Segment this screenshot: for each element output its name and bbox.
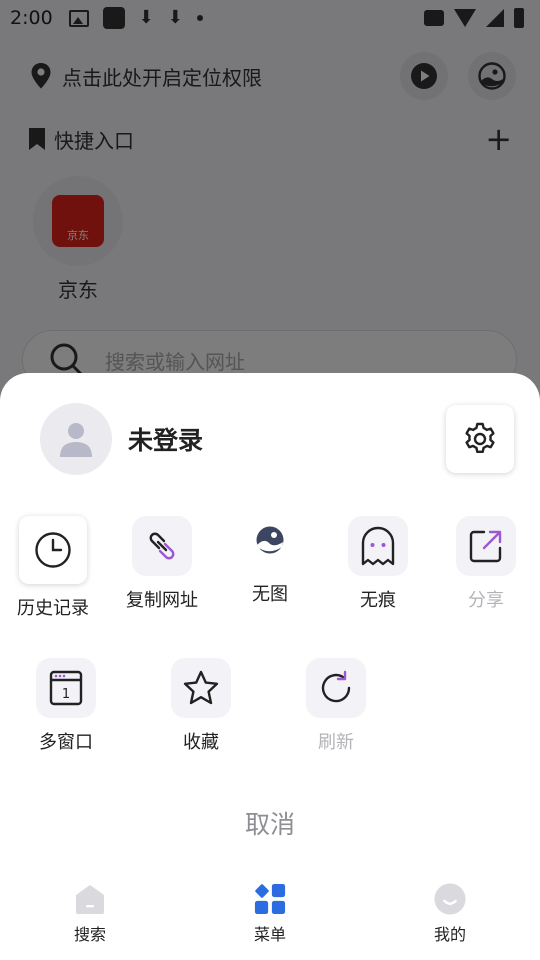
- history-button-frame: [19, 516, 87, 584]
- ghost-icon: [361, 526, 395, 566]
- menu-label: 刷新: [318, 732, 354, 753]
- gear-icon: [465, 422, 495, 453]
- avatar[interactable]: [40, 403, 112, 475]
- profile-face-icon: [434, 883, 466, 915]
- link-icon: [149, 532, 175, 560]
- menu-label: 无图: [252, 584, 288, 605]
- no-image-button-frame: [240, 510, 300, 570]
- menu-label: 无痕: [360, 590, 396, 611]
- no-image-icon: [256, 526, 284, 554]
- multi-window-button-frame: 1: [36, 658, 96, 718]
- bottom-tab-bar: 搜索 菜单 我的: [0, 883, 540, 960]
- tab-label: 我的: [433, 925, 466, 944]
- tab-label: 搜索: [73, 925, 106, 944]
- refresh-icon: [321, 670, 351, 703]
- copy-url-button-frame: [132, 516, 192, 576]
- refresh-button-frame: [306, 658, 366, 718]
- menu-favorite[interactable]: 收藏: [146, 658, 256, 754]
- cancel-button[interactable]: 取消: [0, 805, 540, 841]
- window-count-badge: 1: [62, 687, 70, 702]
- clock-icon: [35, 532, 71, 568]
- user-login-status[interactable]: 未登录: [128, 421, 203, 457]
- tab-label: 菜单: [253, 925, 286, 944]
- menu-bottom-sheet: 未登录 历史记录 复制网址 无图 无痕 分享 1 多窗口 收藏 刷新 取消 搜索…: [0, 373, 540, 960]
- user-placeholder-icon: [60, 423, 92, 457]
- settings-button[interactable]: [446, 405, 514, 473]
- menu-no-image[interactable]: 无图: [215, 510, 325, 606]
- menu-label: 收藏: [183, 732, 219, 753]
- favorite-button-frame: [171, 658, 231, 718]
- menu-label: 复制网址: [126, 590, 198, 611]
- share-button-frame: [456, 516, 516, 576]
- menu-label: 分享: [468, 590, 504, 611]
- menu-multi-window[interactable]: 1 多窗口: [11, 658, 121, 754]
- multi-window-icon: 1: [49, 670, 83, 706]
- menu-grid-icon: [254, 883, 286, 915]
- tab-search[interactable]: 搜索: [0, 883, 180, 960]
- user-row: 未登录: [40, 403, 514, 475]
- menu-history[interactable]: 历史记录: [0, 516, 108, 620]
- share-icon: [469, 530, 502, 563]
- tab-menu[interactable]: 菜单: [180, 883, 360, 960]
- incognito-button-frame: [348, 516, 408, 576]
- menu-share[interactable]: 分享: [431, 516, 540, 612]
- menu-label: 历史记录: [17, 598, 89, 619]
- home-icon: [74, 883, 106, 915]
- menu-incognito[interactable]: 无痕: [323, 516, 433, 612]
- menu-copy-url[interactable]: 复制网址: [107, 516, 217, 612]
- menu-refresh[interactable]: 刷新: [281, 658, 391, 754]
- tab-profile[interactable]: 我的: [360, 883, 540, 960]
- star-icon: [183, 670, 219, 705]
- menu-label: 多窗口: [39, 732, 93, 753]
